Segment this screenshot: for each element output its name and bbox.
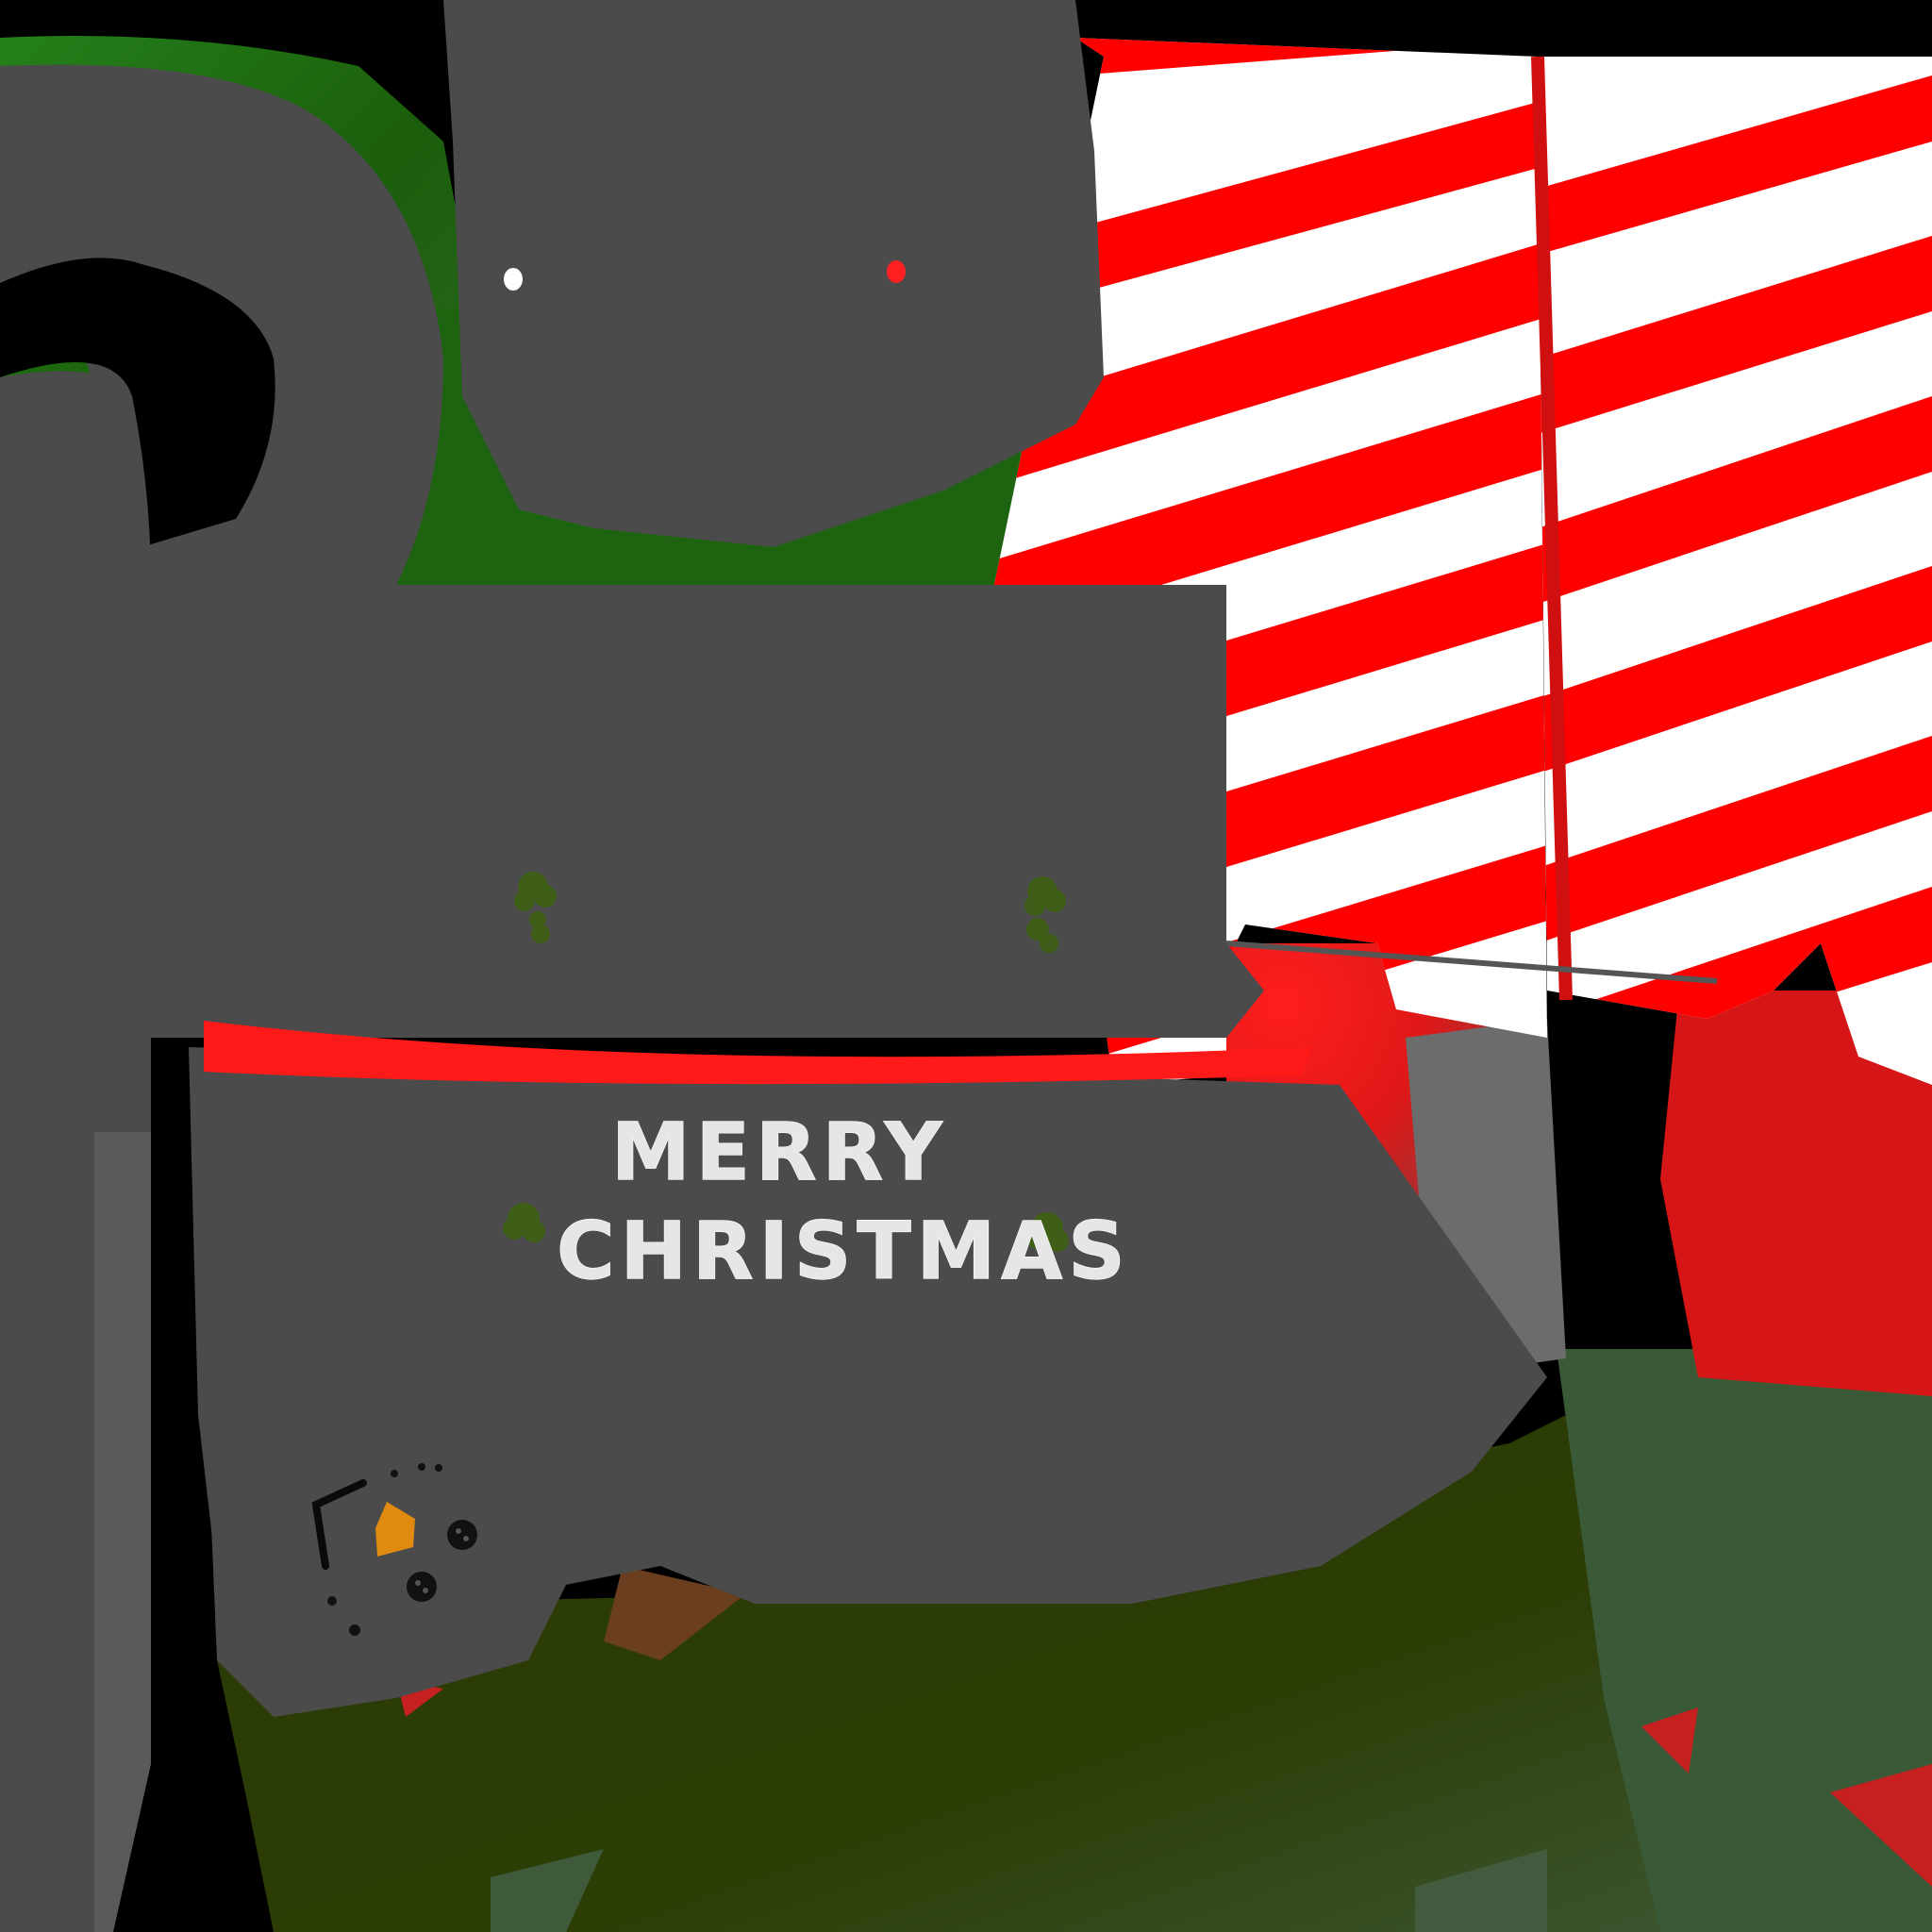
eye-white — [504, 268, 523, 291]
greeting-line-2: CHRISTMAS — [557, 1205, 1131, 1297]
eye-red — [887, 260, 906, 283]
coal-eye-icon — [407, 1572, 437, 1602]
torso-upper — [151, 585, 1264, 1038]
coal-dot — [349, 1624, 360, 1636]
coal-dot — [435, 1464, 442, 1472]
coal-dot — [418, 1463, 425, 1471]
coal-dot — [391, 1470, 398, 1477]
greeting-line-1: MERRY — [611, 1106, 948, 1198]
texture-atlas: MERRY CHRISTMAS — [0, 0, 1932, 1932]
coal-dot — [327, 1596, 337, 1606]
coal-eye-icon — [447, 1520, 477, 1550]
texture-canvas: MERRY CHRISTMAS — [0, 0, 1932, 1932]
left-pillar-light — [94, 1132, 151, 1932]
candy-cane-2 — [1538, 57, 1932, 1085]
